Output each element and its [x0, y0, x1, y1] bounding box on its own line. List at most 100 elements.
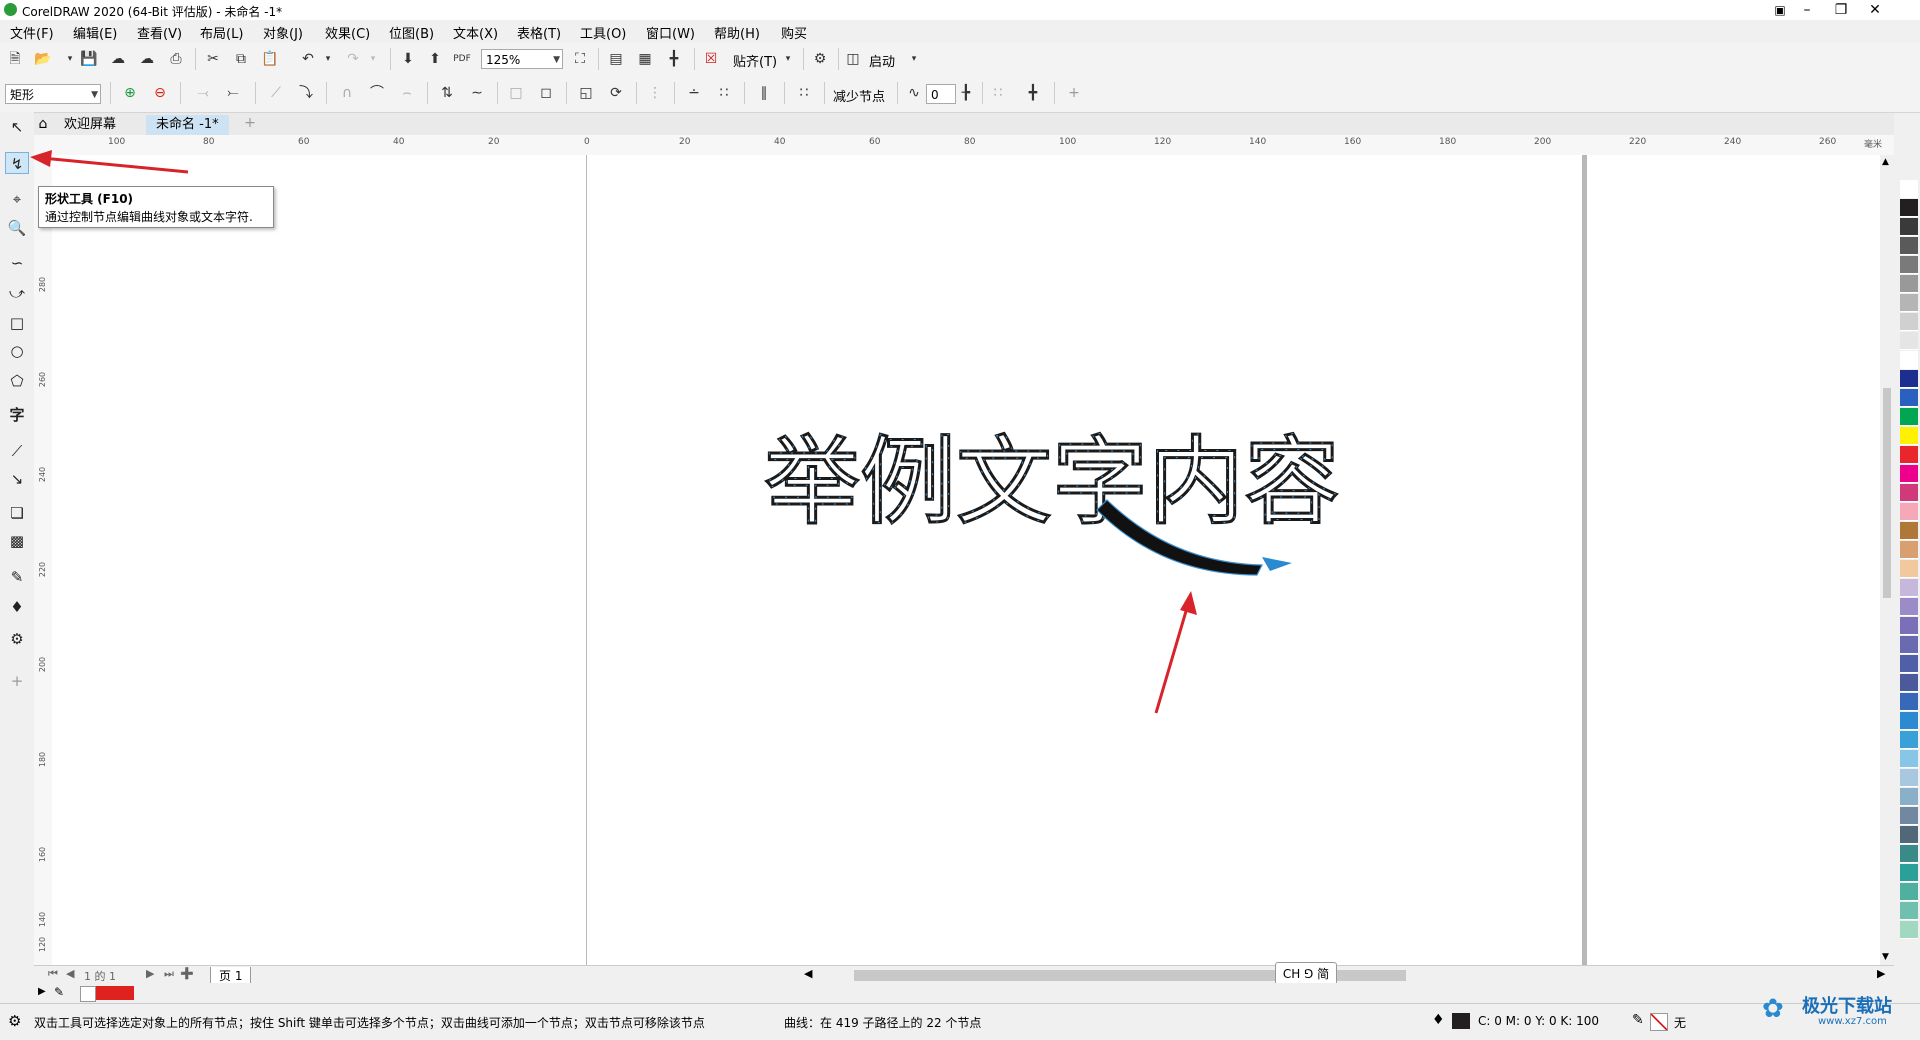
select-all-nodes-grid-icon[interactable]: ∷ [988, 83, 1008, 103]
snap-off-icon[interactable]: ☒ [701, 49, 721, 69]
snap-to-dropdown[interactable]: 贴齐(T) [733, 51, 777, 70]
close-button[interactable]: ✕ [1858, 0, 1892, 20]
freehand-tool-icon[interactable]: ∽ [5, 252, 29, 274]
menu-effects[interactable]: 效果(C) [325, 23, 370, 42]
connector-tool-icon[interactable]: ↘ [5, 468, 29, 490]
minimize-button[interactable]: – [1790, 0, 1824, 20]
show-guidelines-icon[interactable]: ╋ [664, 49, 684, 69]
new-tab-icon[interactable]: + [242, 115, 258, 133]
first-page-icon[interactable]: ⏮ [48, 967, 58, 981]
rectangle-tool-icon[interactable]: □ [5, 312, 29, 334]
horizontal-ruler[interactable]: 100 80 60 40 20 0 20 40 60 80 100 120 14… [34, 135, 1894, 156]
transparency-tool-icon[interactable]: ▩ [5, 530, 29, 552]
outline-color-swatch[interactable] [1650, 1013, 1668, 1031]
palette-swatch[interactable] [1900, 484, 1918, 502]
menu-buy[interactable]: 购买 [781, 23, 807, 42]
ellipse-tool-icon[interactable]: ○ [5, 340, 29, 362]
drawing-canvas[interactable]: 举例文字内容 举例文字内容 [52, 155, 1892, 965]
extend-curve-icon[interactable]: □ [506, 83, 526, 103]
palette-swatch[interactable] [1900, 864, 1918, 882]
zoom-level-select[interactable]: 125% ▼ [481, 49, 563, 69]
export-icon[interactable]: ⬆ [425, 49, 445, 69]
palette-swatch[interactable] [1900, 332, 1918, 350]
rotate-nodes-icon[interactable]: ⟳ [606, 83, 626, 103]
mirror-horizontal-icon[interactable]: ∸ [684, 83, 704, 103]
settings-gear-icon[interactable]: ⚙ [8, 1012, 21, 1030]
palette-swatch[interactable] [1900, 560, 1918, 578]
menu-table[interactable]: 表格(T) [517, 23, 561, 42]
drop-shadow-tool-icon[interactable]: ❏ [5, 502, 29, 524]
palette-swatch[interactable] [1900, 845, 1918, 863]
close-curve-icon[interactable]: ◻ [536, 83, 556, 103]
extract-subpath-icon[interactable]: ∼ [467, 83, 487, 103]
last-page-icon[interactable]: ⏭ [164, 967, 174, 981]
palette-swatch[interactable] [1900, 883, 1918, 901]
scroll-down-icon[interactable]: ▼ [1882, 952, 1889, 962]
break-curve-icon[interactable]: ⤚ [223, 83, 243, 103]
scroll-up-icon[interactable]: ▲ [1882, 157, 1889, 167]
show-grid-icon[interactable]: ▦ [635, 49, 655, 69]
redo-icon[interactable]: ↷ [343, 49, 363, 69]
interactive-fill-tool-icon[interactable]: ♦ [5, 596, 29, 618]
menu-text[interactable]: 文本(X) [453, 23, 498, 42]
palette-swatch[interactable] [1900, 921, 1918, 939]
application-launcher-icon[interactable]: ◫ [843, 49, 863, 69]
undo-dropdown-icon[interactable]: ▾ [318, 49, 338, 69]
palette-swatch[interactable] [1900, 617, 1918, 635]
palette-swatch[interactable] [1900, 313, 1918, 331]
select-all-nodes-icon[interactable]: ∷ [794, 83, 814, 103]
palette-swatch[interactable] [1900, 731, 1918, 749]
scroll-right-icon[interactable]: ▶ [1877, 967, 1885, 980]
palette-swatch[interactable] [1900, 275, 1918, 293]
to-line-icon[interactable]: ⟋ [266, 83, 286, 103]
curve-smoothness-input[interactable]: 0 [926, 84, 956, 104]
eyedropper-icon[interactable]: ✎ [54, 985, 64, 999]
next-page-icon[interactable]: ▶ [146, 967, 154, 980]
menu-help[interactable]: 帮助(H) [714, 23, 760, 42]
artistic-media-tool-icon[interactable]: ⤻ [5, 282, 29, 304]
import-icon[interactable]: ⬇ [398, 49, 418, 69]
cusp-node-icon[interactable]: ∩ [337, 83, 357, 103]
fill-color-swatch[interactable] [1452, 1013, 1470, 1029]
full-screen-icon[interactable]: ⛶ [570, 49, 590, 69]
palette-swatch[interactable] [1900, 294, 1918, 312]
chevron-down-icon[interactable]: ▾ [778, 49, 798, 69]
smart-fill-tool-icon[interactable]: ⚙ [5, 628, 29, 650]
palette-swatch[interactable] [1900, 655, 1918, 673]
add-page-icon[interactable]: ➕ [180, 967, 194, 980]
palette-swatch[interactable] [1900, 769, 1918, 787]
text-tool-icon[interactable]: 字 [5, 404, 29, 426]
restore-button[interactable]: ❐ [1824, 0, 1858, 20]
palette-swatch[interactable] [1900, 636, 1918, 654]
stretch-nodes-icon[interactable]: ◱ [576, 83, 596, 103]
show-rulers-icon[interactable]: ▤ [606, 49, 626, 69]
scrollbar-thumb[interactable] [1883, 388, 1891, 598]
node-alignment-icon[interactable]: ╋ [1023, 83, 1043, 103]
menu-layout[interactable]: 布局(L) [200, 23, 243, 42]
palette-swatch[interactable] [1900, 370, 1918, 388]
smooth-node-icon[interactable]: ⌒ [367, 83, 387, 103]
palette-swatch[interactable] [1900, 826, 1918, 844]
palette-swatch[interactable] [1900, 237, 1918, 255]
redo-dropdown-icon[interactable]: ▾ [363, 49, 383, 69]
elastic-mode-icon[interactable]: ∥ [754, 83, 774, 103]
symmetrical-node-icon[interactable]: ⌢ [397, 83, 417, 103]
vertical-scrollbar[interactable]: ▲ ▼ [1880, 155, 1894, 965]
parallel-dimension-tool-icon[interactable]: ⟋ [5, 440, 29, 462]
scroll-left-icon[interactable]: ◀ [804, 967, 812, 980]
to-curve-icon[interactable]: ⤵ [296, 83, 316, 103]
vertical-ruler[interactable]: 280 260 240 220 200 180 160 140 120 [34, 155, 53, 965]
palette-swatch[interactable] [1900, 427, 1918, 445]
menu-window[interactable]: 窗口(W) [646, 23, 695, 42]
no-color-swatch[interactable] [80, 986, 96, 1002]
reverse-direction-icon[interactable]: ⇅ [437, 83, 457, 103]
zoom-tool-icon[interactable]: 🔍 [5, 217, 29, 239]
polygon-tool-icon[interactable]: ⬠ [5, 370, 29, 392]
palette-swatch[interactable] [1900, 522, 1918, 540]
palette-swatch[interactable] [1900, 389, 1918, 407]
copy-icon[interactable]: ⧉ [231, 49, 251, 69]
menu-bitmaps[interactable]: 位图(B) [389, 23, 434, 42]
undo-icon[interactable]: ↶ [298, 49, 318, 69]
mirror-vertical-icon[interactable]: ∷ [714, 83, 734, 103]
menu-tools[interactable]: 工具(O) [580, 23, 626, 42]
